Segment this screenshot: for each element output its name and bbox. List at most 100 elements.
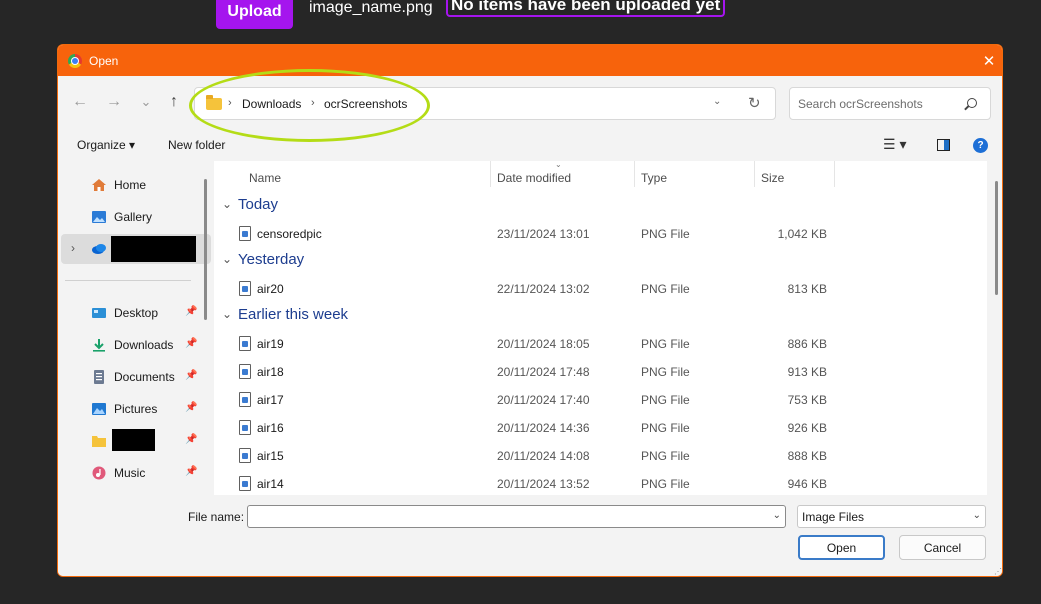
pin-icon[interactable]: 📌: [185, 370, 197, 381]
group-header-yesterday[interactable]: Yesterday: [238, 251, 304, 268]
group-collapse-chevron-icon[interactable]: ⌄: [222, 197, 232, 211]
file-name-input[interactable]: ⌄: [247, 505, 786, 528]
sidebar-item-label: Pictures: [114, 402, 158, 416]
group-collapse-chevron-icon[interactable]: ⌄: [222, 307, 232, 321]
sidebar-item-onedrive[interactable]: ›: [61, 234, 211, 264]
address-dropdown-icon[interactable]: ⌄: [713, 96, 721, 107]
png-file-icon: [239, 226, 251, 241]
upload-button[interactable]: Upload: [216, 0, 293, 29]
group-header-earlier-this-week[interactable]: Earlier this week: [238, 306, 348, 323]
close-button[interactable]: ✕: [974, 45, 1002, 76]
column-header-type[interactable]: Type: [641, 171, 667, 185]
address-bar[interactable]: › Downloads › ocrScreenshots ⌄ ↻: [194, 87, 776, 120]
sidebar-item-music[interactable]: Music 📌: [61, 458, 211, 488]
dialog-titlebar: Open ✕: [58, 45, 1002, 76]
sidebar-item-gallery[interactable]: Gallery: [61, 202, 211, 232]
redacted-label: [111, 236, 196, 262]
forward-arrow-icon[interactable]: →: [103, 91, 125, 113]
sidebar-item-desktop[interactable]: Desktop 📌: [61, 298, 211, 328]
file-list: Name ⌄ Date modified Type Size ⌄ Today c…: [214, 160, 987, 498]
recent-locations-chevron-icon[interactable]: ⌄: [135, 91, 157, 113]
png-file-icon: [239, 392, 251, 407]
file-name: air15: [257, 449, 284, 463]
png-file-icon: [239, 420, 251, 435]
file-list-scrollbar[interactable]: [995, 181, 998, 295]
chevron-down-icon[interactable]: ⌄: [973, 510, 981, 521]
nav-divider: [65, 280, 191, 281]
column-header-name[interactable]: Name: [249, 171, 281, 185]
file-type: PNG File: [641, 282, 690, 296]
documents-icon: [94, 370, 104, 384]
nav-pane-scrollbar[interactable]: [204, 179, 207, 320]
resize-grip-icon[interactable]: ⋰: [994, 567, 1002, 576]
folder-icon: [92, 436, 106, 447]
table-row[interactable]: air19 20/11/2024 18:05 PNG File 886 KB: [214, 330, 987, 358]
organize-menu-button[interactable]: Organize ▾: [77, 138, 135, 152]
open-button[interactable]: Open: [798, 535, 885, 560]
table-row[interactable]: air20 22/11/2024 13:02 PNG File 813 KB: [214, 275, 987, 303]
file-size: 926 KB: [787, 421, 827, 435]
new-folder-button[interactable]: New folder: [168, 138, 225, 152]
breadcrumb-downloads[interactable]: Downloads: [242, 97, 301, 111]
desktop-icon: [92, 308, 106, 318]
breadcrumb-separator-icon[interactable]: ›: [228, 97, 232, 109]
column-divider[interactable]: [490, 161, 491, 187]
file-type: PNG File: [641, 449, 690, 463]
cancel-button[interactable]: Cancel: [899, 535, 986, 560]
sidebar-item-documents[interactable]: Documents 📌: [61, 362, 211, 392]
file-date: 20/11/2024 18:05: [497, 337, 590, 351]
pin-icon[interactable]: 📌: [185, 402, 197, 413]
png-file-icon: [239, 364, 251, 379]
file-type-select[interactable]: Image Files ⌄: [797, 505, 986, 528]
file-name: air19: [257, 337, 284, 351]
up-arrow-icon[interactable]: ↑: [163, 91, 185, 113]
file-date: 22/11/2024 13:02: [497, 282, 590, 296]
file-date: 20/11/2024 17:48: [497, 365, 590, 379]
png-file-icon: [239, 336, 251, 351]
search-icon[interactable]: [967, 98, 977, 108]
sidebar-item-label: Desktop: [114, 306, 159, 320]
help-icon[interactable]: ?: [973, 138, 988, 153]
breadcrumb-separator-icon[interactable]: ›: [311, 97, 315, 109]
column-divider[interactable]: [754, 161, 755, 187]
pin-icon[interactable]: 📌: [185, 338, 197, 349]
file-name-dropdown-icon[interactable]: ⌄: [773, 510, 781, 521]
file-date: 20/11/2024 14:08: [497, 449, 590, 463]
pin-icon[interactable]: 📌: [185, 434, 197, 445]
table-row[interactable]: air18 20/11/2024 17:48 PNG File 913 KB: [214, 358, 987, 386]
table-row[interactable]: air16 20/11/2024 14:36 PNG File 926 KB: [214, 414, 987, 442]
column-divider[interactable]: [834, 161, 835, 187]
group-collapse-chevron-icon[interactable]: ⌄: [222, 252, 232, 266]
sidebar-item-home[interactable]: Home: [61, 170, 211, 200]
back-arrow-icon[interactable]: ←: [69, 91, 91, 113]
view-options-icon[interactable]: ☰ ▾: [883, 136, 906, 153]
group-header-today[interactable]: Today: [238, 196, 278, 213]
pin-icon[interactable]: 📌: [185, 466, 197, 477]
file-type: PNG File: [641, 365, 690, 379]
sidebar-item-redacted-folder[interactable]: 📌: [61, 426, 211, 456]
column-header-date-modified[interactable]: Date modified: [497, 171, 571, 185]
sidebar-item-pictures[interactable]: Pictures 📌: [61, 394, 211, 424]
redacted-label: [112, 429, 155, 451]
breadcrumb-ocrscreenshots[interactable]: ocrScreenshots: [324, 97, 407, 111]
png-file-icon: [239, 281, 251, 296]
expand-chevron-icon[interactable]: ›: [71, 241, 75, 255]
file-date: 20/11/2024 17:40: [497, 393, 590, 407]
preview-pane-icon[interactable]: [937, 139, 950, 151]
download-icon: [93, 339, 105, 352]
search-box[interactable]: Search ocrScreenshots: [789, 87, 991, 120]
refresh-icon[interactable]: ↻: [748, 94, 761, 112]
png-file-icon: [239, 448, 251, 463]
pin-icon[interactable]: 📌: [185, 306, 197, 317]
table-row[interactable]: air14 20/11/2024 13:52 PNG File 946 KB: [214, 470, 987, 498]
table-row[interactable]: air17 20/11/2024 17:40 PNG File 753 KB: [214, 386, 987, 414]
search-placeholder: Search ocrScreenshots: [798, 97, 923, 111]
dialog-footer: File name: ⌄ Image Files ⌄ Open Cancel ⋰: [58, 495, 1002, 576]
column-header-size[interactable]: Size: [761, 171, 784, 185]
table-row[interactable]: censoredpic 23/11/2024 13:01 PNG File 1,…: [214, 220, 987, 248]
column-divider[interactable]: [634, 161, 635, 187]
file-date: 23/11/2024 13:01: [497, 227, 590, 241]
file-name: air20: [257, 282, 284, 296]
sidebar-item-downloads[interactable]: Downloads 📌: [61, 330, 211, 360]
table-row[interactable]: air15 20/11/2024 14:08 PNG File 888 KB: [214, 442, 987, 470]
